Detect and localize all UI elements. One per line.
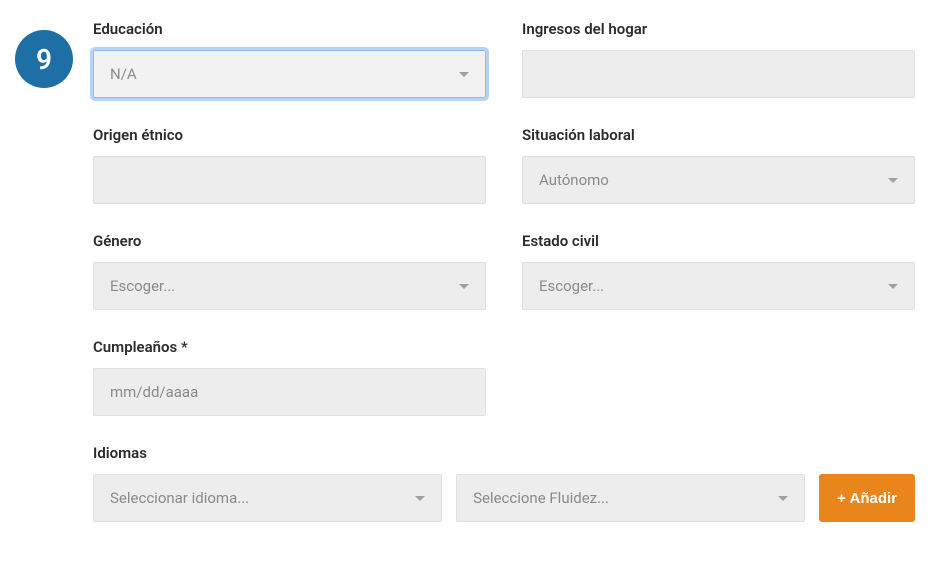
employment-value: Autónomo <box>539 171 878 189</box>
field-income: Ingresos del hogar <box>522 20 915 98</box>
chevron-down-icon <box>459 284 469 289</box>
add-button-label: + Añadir <box>837 490 897 507</box>
income-label: Ingresos del hogar <box>522 20 915 38</box>
birthday-placeholder: mm/dd/aaaa <box>110 383 469 401</box>
language-value: Seleccionar idioma... <box>110 489 405 507</box>
languages-label: Idiomas <box>93 444 915 462</box>
field-languages: Idiomas Seleccionar idioma... Seleccione… <box>93 444 915 522</box>
birthday-label: Cumpleaños * <box>93 338 486 356</box>
education-label: Educación <box>93 20 486 38</box>
education-value: N/A <box>110 65 449 83</box>
income-select[interactable] <box>522 50 915 98</box>
marital-select[interactable]: Escoger... <box>522 262 915 310</box>
chevron-down-icon <box>888 284 898 289</box>
field-ethnic: Origen étnico <box>93 126 486 204</box>
marital-value: Escoger... <box>539 277 878 295</box>
fluency-value: Seleccione Fluidez... <box>473 489 768 507</box>
marital-label: Estado civil <box>522 232 915 250</box>
gender-select[interactable]: Escoger... <box>93 262 486 310</box>
gender-value: Escoger... <box>110 277 449 295</box>
field-education: Educación N/A <box>93 20 486 98</box>
birthday-input[interactable]: mm/dd/aaaa <box>93 368 486 416</box>
fluency-select[interactable]: Seleccione Fluidez... <box>456 474 805 522</box>
education-select[interactable]: N/A <box>93 50 486 98</box>
chevron-down-icon <box>415 496 425 501</box>
step-number: 9 <box>36 43 52 76</box>
step-badge: 9 <box>15 30 73 88</box>
field-birthday: Cumpleaños * mm/dd/aaaa <box>93 338 486 416</box>
employment-label: Situación laboral <box>522 126 915 144</box>
chevron-down-icon <box>459 72 469 77</box>
language-select[interactable]: Seleccionar idioma... <box>93 474 442 522</box>
add-language-button[interactable]: + Añadir <box>819 474 915 522</box>
gender-label: Género <box>93 232 486 250</box>
ethnic-select[interactable] <box>93 156 486 204</box>
ethnic-label: Origen étnico <box>93 126 486 144</box>
field-marital: Estado civil Escoger... <box>522 232 915 310</box>
chevron-down-icon <box>778 496 788 501</box>
field-employment: Situación laboral Autónomo <box>522 126 915 204</box>
employment-select[interactable]: Autónomo <box>522 156 915 204</box>
chevron-down-icon <box>888 178 898 183</box>
field-gender: Género Escoger... <box>93 232 486 310</box>
